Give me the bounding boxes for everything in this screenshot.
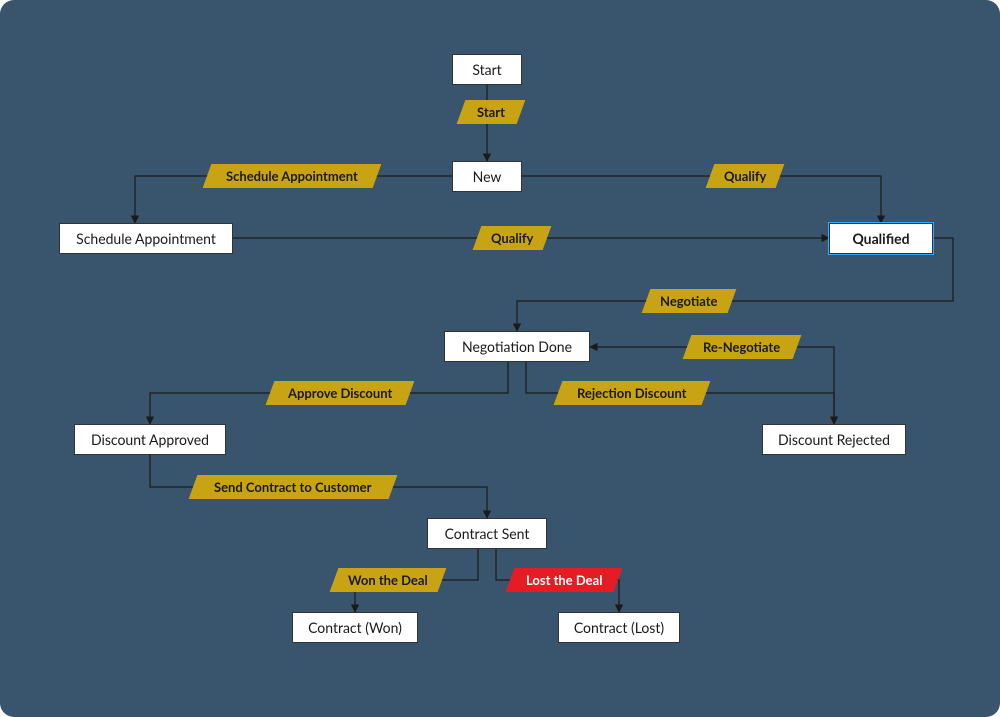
edge-new-qualified [522,176,881,223]
action-label: Rejection Discount [577,385,687,401]
state-label: Contract (Lost) [574,619,664,636]
action-label: Qualify [491,230,533,246]
action-label: Re-Negotiate [703,339,780,355]
action-qualify-from-schedule: Qualify [473,226,552,250]
state-label: Qualified [852,230,909,247]
action-qualify-from-new: Qualify [706,164,785,188]
state-label: New [473,168,502,185]
action-send-contract: Send Contract to Customer [189,475,398,499]
state-new: New [452,161,522,192]
action-approve-discount: Approve Discount [266,381,415,405]
action-label: Lost the Deal [526,572,602,588]
action-label: Schedule Appointment [226,168,358,184]
action-label: Won the Deal [348,572,428,588]
state-label: Discount Rejected [778,431,890,448]
state-label: Schedule Appointment [76,230,216,247]
action-label: Send Contract to Customer [214,479,371,495]
action-start: Start [457,100,526,124]
action-schedule-appointment: Schedule Appointment [203,164,382,188]
state-discount-rejected: Discount Rejected [762,424,906,455]
action-label: Qualify [724,168,766,184]
action-negotiate: Negotiate [642,289,737,313]
state-contract-won: Contract (Won) [292,612,418,643]
state-label: Contract (Won) [308,619,402,636]
state-start: Start [452,54,522,85]
state-label: Negotiation Done [462,338,572,355]
state-label: Start [472,61,501,78]
state-label: Discount Approved [91,431,209,448]
action-label: Start [477,104,505,120]
action-label: Negotiate [660,293,717,309]
flowchart-canvas: Start New Schedule Appointment Qualified… [0,0,1000,717]
action-lost-deal: Lost the Deal [506,568,623,592]
state-label: Contract Sent [445,525,530,542]
action-rejection-discount: Rejection Discount [554,381,711,405]
action-re-negotiate: Re-Negotiate [683,335,802,359]
state-negotiation-done: Negotiation Done [444,331,590,362]
state-discount-approved: Discount Approved [74,424,226,455]
state-schedule-appointment: Schedule Appointment [59,223,233,254]
state-qualified: Qualified [829,223,933,254]
state-contract-lost: Contract (Lost) [558,612,680,643]
action-label: Approve Discount [288,385,392,401]
action-won-deal: Won the Deal [330,568,447,592]
state-contract-sent: Contract Sent [427,518,547,549]
